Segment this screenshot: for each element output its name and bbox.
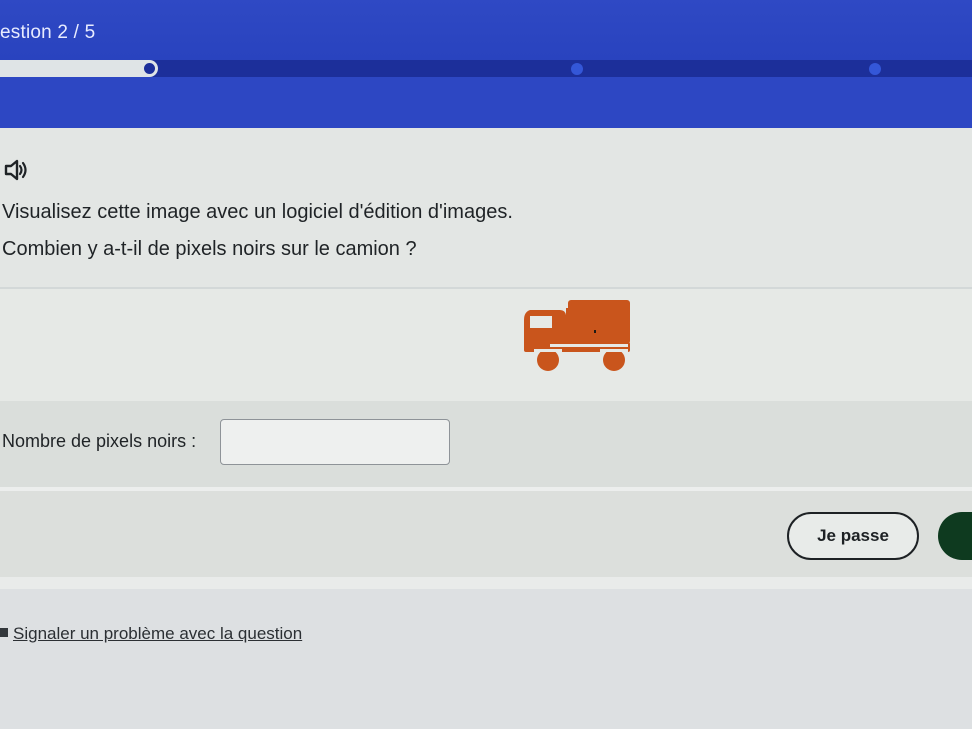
progress-current-marker xyxy=(142,61,157,76)
question-image-area xyxy=(0,289,972,401)
progress-step-marker xyxy=(571,63,583,75)
speaker-icon[interactable] xyxy=(4,159,30,181)
question-counter: estion 2 / 5 xyxy=(0,22,96,43)
pixel-count-input[interactable] xyxy=(220,419,450,465)
question-text-line-2: Combien y a-t-il de pixels noirs sur le … xyxy=(2,238,417,260)
flag-icon xyxy=(0,628,8,637)
answer-label: Nombre de pixels noirs : xyxy=(2,431,197,451)
quiz-page: estion 2 / 5 Visualisez cette image avec… xyxy=(0,0,972,729)
skip-button[interactable]: Je passe xyxy=(787,512,919,560)
question-text-line-1: Visualisez cette image avec un logiciel … xyxy=(2,201,513,223)
progress-fill xyxy=(0,60,158,77)
truck-icon xyxy=(524,300,630,371)
footer xyxy=(0,589,972,729)
progress-step-marker xyxy=(869,63,881,75)
divider xyxy=(0,577,972,589)
report-problem-link[interactable]: Signaler un problème avec la question xyxy=(13,624,302,644)
header-band xyxy=(0,77,972,128)
